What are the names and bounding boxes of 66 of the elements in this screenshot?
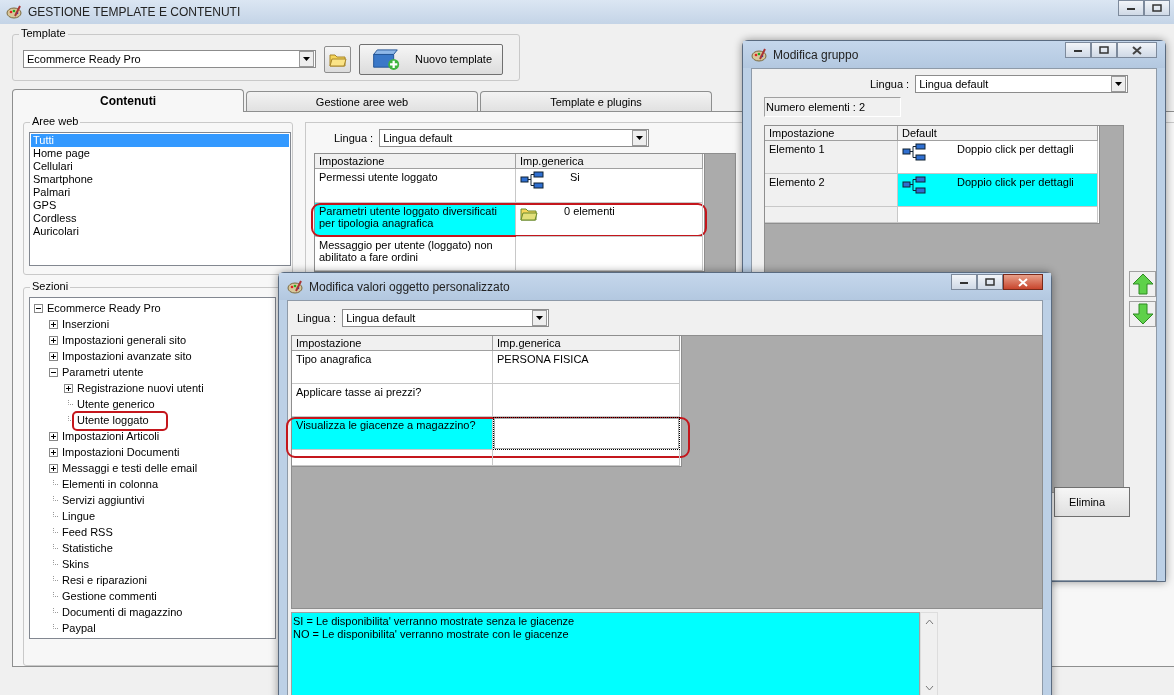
help-text-line: NO = Le disponibilita' verranno mostrate con le giacenze	[293, 628, 570, 641]
list-item[interactable]: Smartphone	[31, 173, 289, 186]
list-item[interactable]: Home page	[31, 147, 289, 160]
table-cell[interactable]: Doppio click per dettagli	[898, 174, 1098, 207]
table-cell: Elemento 1	[765, 141, 898, 174]
tree-item[interactable]: Utente generico	[75, 398, 157, 410]
language-dropdown[interactable]: Lingua default	[379, 129, 650, 147]
help-text-line: SI = Le disponibilita' verranno mostrate senza le giacenze	[293, 615, 576, 628]
field-label: Lingua :	[870, 78, 910, 90]
table-cell[interactable]: Applicare tasse ai prezzi?	[292, 384, 493, 417]
group-label: Aree web	[30, 115, 81, 127]
template-dropdown[interactable]: Ecommerce Ready Pro	[23, 50, 316, 68]
tree-item[interactable]: Utente loggato	[75, 414, 151, 426]
tree-item[interactable]: Documenti di magazzino	[60, 606, 185, 618]
table-cell[interactable]: PERSONA FISICA	[493, 351, 680, 384]
tree-item[interactable]: Statistiche	[60, 542, 115, 554]
table-cell[interactable]: Messaggio per utente (loggato) non abilitato a fare ordini	[315, 237, 516, 271]
table-cell: Elemento 2	[765, 174, 898, 207]
table-cell[interactable]: 0 elementi	[516, 203, 703, 237]
field-label: Lingua :	[334, 132, 374, 144]
table-cell[interactable]: Permessi utente loggato	[315, 169, 516, 203]
column-header: Imp.generica	[493, 336, 680, 351]
tree-item[interactable]: Impostazioni generali sito	[60, 334, 189, 346]
tree-item[interactable]: Impostazioni avanzate sito	[60, 350, 194, 362]
tree-item[interactable]: Servizi aggiuntivi	[60, 494, 147, 506]
window-title: Modifica gruppo	[773, 47, 859, 62]
field-label: Lingua :	[297, 312, 337, 324]
tree-item[interactable]: Impostazioni Articoli	[60, 430, 162, 442]
tree-item[interactable]: Ecommerce Ready Pro	[45, 302, 163, 314]
tree-item[interactable]: Resi e riparazioni	[60, 574, 149, 586]
window-title: GESTIONE TEMPLATE E CONTENUTI	[28, 5, 241, 19]
column-header: Imp.generica	[516, 154, 703, 169]
language-dropdown[interactable]: Lingua default	[915, 75, 1129, 93]
tab[interactable]: Contenuti	[12, 89, 244, 112]
tree-item[interactable]: Lingue	[60, 510, 98, 522]
list-item[interactable]: Palmari	[31, 186, 289, 199]
tree-item[interactable]: Feed RSS	[60, 526, 115, 538]
tree-item[interactable]: Paypal	[60, 622, 98, 634]
list-item[interactable]: Auricolari	[31, 225, 289, 238]
tree-item[interactable]: Inserzioni	[60, 318, 112, 330]
table-cell[interactable]: Tipo anagrafica	[292, 351, 493, 384]
tree-item[interactable]: Messaggi e testi delle email	[60, 462, 200, 474]
column-header: Impostazione	[315, 154, 516, 169]
language-dropdown[interactable]: Lingua default	[342, 309, 550, 327]
table-cell[interactable]: Visualizza le giacenze a magazzino?	[292, 417, 493, 450]
table-cell[interactable]: Si	[516, 169, 703, 203]
tree-item[interactable]: Impostazioni Documenti	[60, 446, 182, 458]
list-item[interactable]: Cordless	[31, 212, 289, 225]
tree-item[interactable]: Gestione commenti	[60, 590, 159, 602]
tree-item[interactable]: Elementi in colonna	[60, 478, 160, 490]
tree-item[interactable]: Skins	[60, 558, 91, 570]
window-title: Modifica valori oggetto personalizzato	[309, 279, 510, 294]
delete-button[interactable]: Elimina	[1054, 487, 1130, 517]
column-header: Impostazione	[765, 126, 898, 141]
tab[interactable]: Template e plugins	[480, 91, 712, 111]
list-item[interactable]: Cellulari	[31, 160, 289, 173]
group-label: Template	[19, 27, 68, 39]
list-item[interactable]: GPS	[31, 199, 289, 212]
tab[interactable]: Gestione aree web	[246, 91, 478, 111]
group-label: Sezioni	[30, 280, 71, 292]
column-header: Impostazione	[292, 336, 493, 351]
tree-item[interactable]: Parametri utente	[60, 366, 146, 378]
count-label: Numero elementi : 2	[764, 97, 901, 117]
tree-item[interactable]: Registrazione nuovi utenti	[75, 382, 206, 394]
column-header: Default	[898, 126, 1098, 141]
new-template-button[interactable]: Nuovo template	[359, 43, 503, 75]
